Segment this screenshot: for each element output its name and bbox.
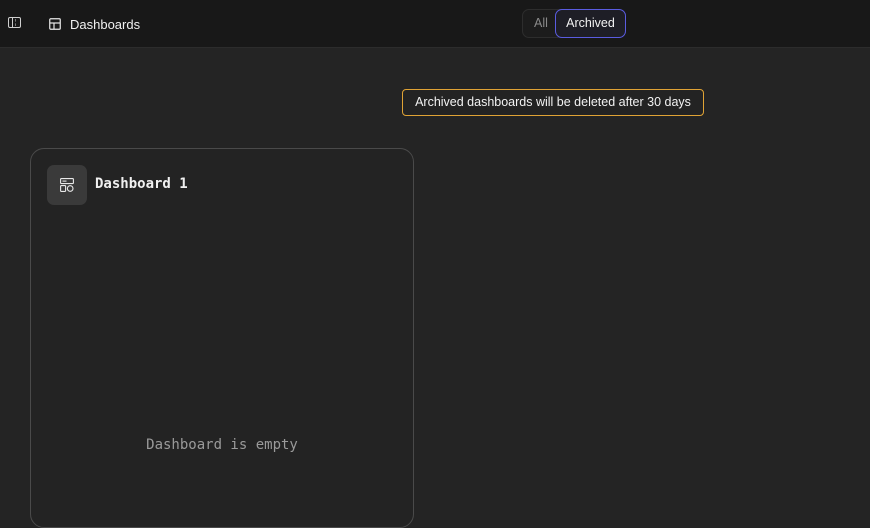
archive-notice: Archived dashboards will be deleted afte…	[402, 89, 704, 116]
tab-archived[interactable]: Archived	[555, 9, 626, 38]
dashboard-layout-icon	[49, 18, 61, 30]
tab-all[interactable]: All	[529, 9, 553, 38]
sidebar-toggle-icon[interactable]	[8, 17, 21, 28]
breadcrumb-label: Dashboards	[70, 16, 141, 32]
top-bar: Dashboards All Archived	[0, 0, 870, 48]
dashboard-card[interactable]: Dashboard 1 Dashboard is empty	[30, 148, 414, 528]
view-filter-tabs: All Archived	[522, 9, 626, 38]
dashboard-card-icon-tile	[47, 165, 87, 205]
dashboard-title: Dashboard 1	[95, 176, 188, 192]
breadcrumb[interactable]: Dashboards	[49, 14, 140, 34]
empty-state-text: Dashboard is empty	[146, 437, 298, 453]
dashboard-widgets-icon	[60, 178, 74, 192]
